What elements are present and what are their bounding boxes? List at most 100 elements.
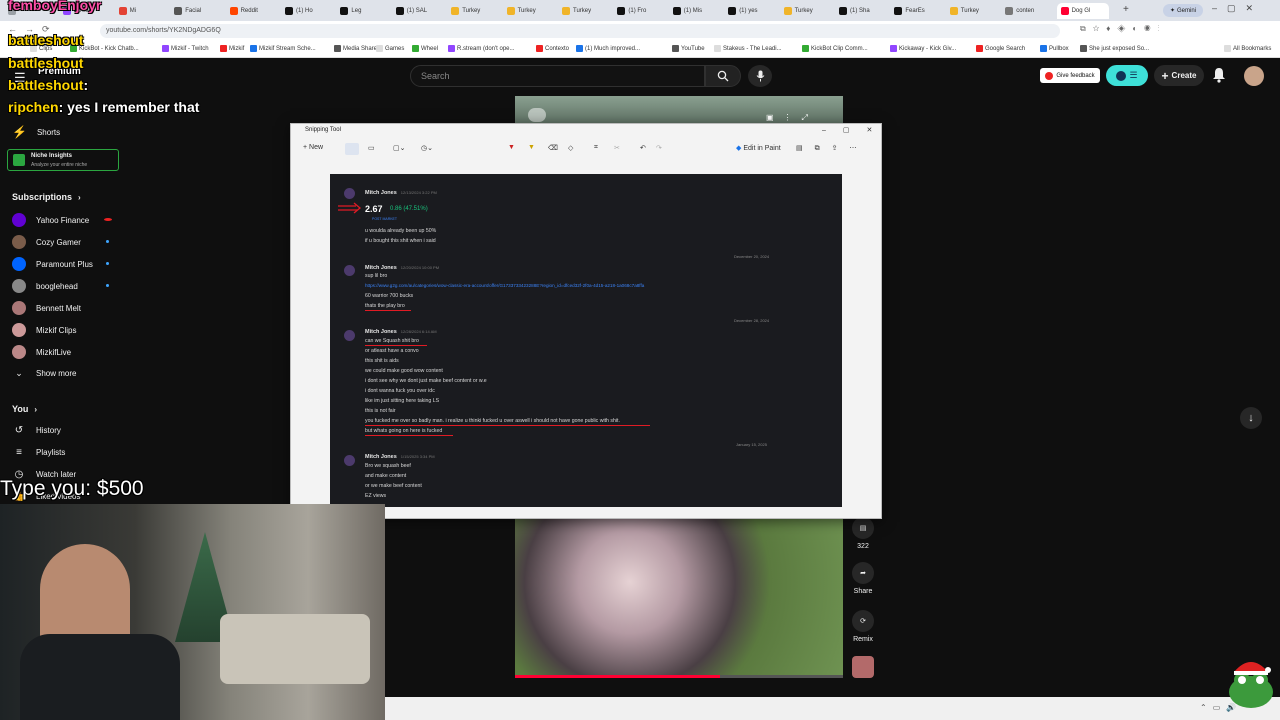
sidebar-channel[interactable]: booglehead: [12, 279, 78, 293]
sidebar-channel[interactable]: Bennett Melt: [12, 301, 81, 315]
bookmark-item[interactable]: She just exposed So...: [1080, 45, 1149, 52]
redo-icon[interactable]: ↷: [656, 144, 662, 152]
browser-tab[interactable]: (1) SAL: [392, 3, 444, 19]
bookmark-item[interactable]: Wheel: [412, 45, 438, 52]
browser-tab[interactable]: Turkey: [503, 3, 555, 19]
tab-favicon-icon: [285, 7, 293, 15]
bookmark-icon: [714, 45, 721, 52]
sidebar-channel[interactable]: Paramount Plus: [12, 257, 93, 271]
create-button[interactable]: + Create: [1154, 65, 1204, 86]
tab-favicon-icon: [783, 7, 792, 15]
window-controls[interactable]: –▢✕: [1212, 3, 1263, 14]
crop-icon[interactable]: ⌗: [594, 144, 598, 152]
subscriptions-heading[interactable]: Subscriptions ›: [12, 192, 81, 202]
browser-tab[interactable]: Turkey: [558, 3, 610, 19]
browser-tab[interactable]: (1) yes: [724, 3, 776, 19]
bookmark-item[interactable]: (1) Much improved...: [576, 45, 640, 52]
remix-icon: ⟳: [852, 610, 874, 632]
channel-avatar-icon[interactable]: [852, 656, 874, 678]
browser-tab[interactable]: Mi: [115, 3, 167, 19]
bookmark-item[interactable]: All Bookmarks: [1224, 45, 1271, 52]
notifications-bell-icon[interactable]: [1212, 67, 1230, 85]
give-feedback-button[interactable]: Give feedback: [1040, 68, 1100, 83]
text-actions-icon[interactable]: ✂: [614, 144, 620, 152]
browser-tab[interactable]: Reddit: [226, 3, 278, 19]
search-input[interactable]: Search: [410, 65, 705, 87]
bookmark-item[interactable]: Media Share: [334, 45, 377, 52]
browser-tab[interactable]: Turkey: [447, 3, 499, 19]
browser-tab[interactable]: Turkey: [780, 3, 832, 19]
bookmark-label: Google Search: [985, 45, 1026, 52]
sidebar-channel[interactable]: MizkifLive: [12, 345, 71, 359]
bookmark-item[interactable]: KickBot Clip Comm...: [802, 45, 868, 52]
scroll-down-button[interactable]: ↓: [1240, 407, 1262, 429]
browser-tab[interactable]: (1) Sha: [835, 3, 887, 19]
search-button[interactable]: [705, 65, 741, 87]
avatar: [344, 188, 355, 199]
play-pause-icon[interactable]: [528, 108, 546, 122]
new-snip-button[interactable]: + New: [303, 144, 323, 151]
edit-in-paint-button[interactable]: ◆ Edit in Paint: [736, 144, 781, 152]
url-field[interactable]: youtube.com/shorts/YK2NDgADG6Q: [100, 24, 1060, 38]
message-link[interactable]: https://www.g2g.com/au/categories/wow-cl…: [365, 283, 644, 288]
browser-tab[interactable]: Facial: [170, 3, 222, 19]
timer-dropdown[interactable]: ◷⌄: [421, 144, 433, 152]
snip-camera-icon[interactable]: [345, 143, 359, 155]
bookmark-item[interactable]: Stakeus - The Leadi...: [714, 45, 782, 52]
sidebar-channel[interactable]: Yahoo Finance: [12, 213, 89, 227]
you-heading[interactable]: You ›: [12, 404, 37, 414]
highlighter-icon[interactable]: ▼: [528, 144, 535, 151]
bookmark-item[interactable]: YouTube: [672, 45, 705, 52]
pen-icon[interactable]: ▼: [508, 144, 515, 151]
bookmark-item[interactable]: Mizkif - Twitch: [162, 45, 209, 52]
browser-tab[interactable]: (1) Ho: [281, 3, 333, 19]
record-icon[interactable]: ▭: [368, 144, 375, 152]
sidebar-item-shorts[interactable]: ⚡ Shorts: [12, 125, 60, 139]
bookmark-item[interactable]: R.stream (don't ope...: [448, 45, 515, 52]
new-tab-button[interactable]: +: [1123, 4, 1129, 15]
sidebar-item-history[interactable]: ↺ History: [12, 425, 61, 436]
bookmark-item[interactable]: Mizkif Stream Sche...: [250, 45, 316, 52]
bookmark-item[interactable]: Games: [376, 45, 404, 52]
eraser-icon[interactable]: ⌫: [548, 144, 558, 152]
extension-toggle-button[interactable]: ☰: [1106, 65, 1148, 86]
bookmark-item[interactable]: Contexto: [536, 45, 569, 52]
browser-tab[interactable]: FearEs: [890, 3, 942, 19]
undo-icon[interactable]: ↶: [640, 144, 646, 152]
bookmark-item[interactable]: Mizkif: [220, 45, 244, 52]
player-controls-icons[interactable]: ▣⋮⤢: [766, 113, 818, 123]
bookmark-item[interactable]: Pullbox: [1040, 45, 1069, 52]
snip-mode-dropdown[interactable]: ▢⌄: [393, 144, 405, 152]
account-avatar[interactable]: [1244, 66, 1264, 86]
share-button[interactable]: ➦ Share: [849, 562, 877, 595]
bookmark-item[interactable]: Kickaway - Kick Giv...: [890, 45, 956, 52]
remix-button[interactable]: ⟳ Remix: [849, 610, 877, 643]
snip-window-controls[interactable]: –▢✕: [822, 126, 889, 134]
share-icon: ➦: [852, 562, 874, 584]
chevron-right-icon: ›: [78, 192, 81, 202]
voice-search-button[interactable]: [748, 65, 772, 87]
extension-icons[interactable]: ⧉☆♦◈◐◉⋮: [1080, 24, 1166, 34]
niche-insights-button[interactable]: Niche Insights Analyze your entire niche: [7, 149, 119, 171]
chat-message: femboyEnjoyr: [8, 0, 101, 13]
mic-icon: [756, 70, 764, 82]
show-more-button[interactable]: ⌄ Show more: [12, 368, 76, 379]
bookmark-item[interactable]: Google Search: [976, 45, 1025, 52]
short-video-frame[interactable]: [515, 518, 843, 678]
browser-tab[interactable]: Turkey: [946, 3, 998, 19]
browser-tab[interactable]: Leg: [336, 3, 388, 19]
red-underline-annotation: [365, 310, 411, 311]
comments-button[interactable]: ▤ 322: [849, 517, 877, 550]
browser-tab[interactable]: (1) Mis: [669, 3, 721, 19]
bookmark-label: Pullbox: [1049, 45, 1069, 52]
sidebar-channel[interactable]: Mizkif Clips: [12, 323, 76, 337]
browser-tab[interactable]: (1) Fro: [613, 3, 665, 19]
sidebar-channel[interactable]: Cozy Gamer: [12, 235, 81, 249]
sidebar-item-playlists[interactable]: ≡ Playlists: [12, 447, 65, 458]
bookmark-label: She just exposed So...: [1089, 45, 1150, 52]
browser-tab[interactable]: conten: [1001, 3, 1053, 19]
browser-tab[interactable]: Dog Gl: [1056, 3, 1109, 19]
save-copy-share-icons[interactable]: ▤⧉⇪⋯: [796, 144, 868, 153]
shapes-icon[interactable]: ◇: [568, 144, 573, 152]
gemini-button[interactable]: ✦ Gemini: [1163, 4, 1203, 17]
